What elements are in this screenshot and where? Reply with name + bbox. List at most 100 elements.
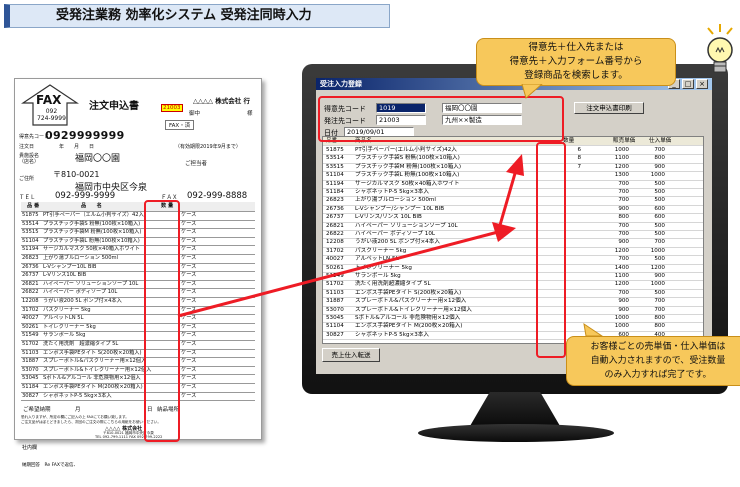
grid-buy: 500 bbox=[654, 189, 665, 195]
fax-item-unit: ケース bbox=[181, 375, 197, 382]
orderer-gochu: 御中 bbox=[189, 111, 201, 117]
grid-buy: 500 bbox=[654, 197, 665, 204]
grid-buy: 1200 bbox=[650, 264, 665, 271]
banner-title: 受発注業務 効率化システム 受発注同時入力 bbox=[56, 8, 312, 23]
grid-buy: 1000 bbox=[650, 247, 665, 254]
supplier-code-tag: 21003 bbox=[161, 104, 183, 112]
grid-sell: 1000 bbox=[614, 147, 629, 153]
grid-sell: 700 bbox=[618, 197, 629, 204]
monitor-base bbox=[418, 424, 614, 442]
grid-buy: 500 bbox=[654, 222, 665, 229]
fax-item-name: エンボス手袋PEタイト M(200枚×20箱入) bbox=[43, 384, 143, 390]
transfer-sales-purchase-button[interactable]: 売上仕入転送 bbox=[322, 348, 380, 362]
fax-number: 092 724-9999 bbox=[37, 108, 66, 122]
grid-buy: 900 bbox=[654, 273, 665, 279]
grid-buy: 600 bbox=[654, 214, 665, 221]
fax-item-code: 26822 bbox=[22, 289, 39, 296]
grid-sell: 900 bbox=[618, 205, 629, 212]
address-label: ご住所 bbox=[19, 176, 35, 182]
grid-sell: 700 bbox=[618, 231, 629, 237]
fax-item-code: 26821 bbox=[22, 280, 39, 287]
fax-item-unit: ケース bbox=[181, 384, 197, 390]
fax-item-code: 26737 bbox=[22, 272, 39, 279]
orderer-sama: 様 bbox=[247, 111, 253, 117]
grid-buy: 500 bbox=[654, 256, 665, 263]
autofill-callout: お客様ごとの売単価・仕入単価は 自動入力されますので、受注数量 のみ入力すれば完… bbox=[566, 336, 740, 386]
print-order-form-button[interactable]: 注文申込書印刷 bbox=[574, 102, 644, 114]
fax-item-unit: ケース bbox=[181, 358, 197, 365]
grid-buy: 800 bbox=[654, 323, 665, 330]
grid-sell: 1000 bbox=[614, 323, 629, 330]
order-no-value: 0929999999 bbox=[45, 129, 125, 142]
fax-item-code: 31702 bbox=[22, 306, 39, 313]
fax-item-name: PT引手ペーパー（エルム小判サイズ）42入 bbox=[43, 212, 144, 218]
fax-item-code: 53515 bbox=[22, 229, 39, 236]
fax-item-name: ハイペーパー ソリューションソープ 10L bbox=[43, 280, 139, 287]
fax-item-code: 12208 bbox=[22, 298, 39, 304]
grid-sell: 900 bbox=[618, 239, 629, 246]
page-banner: 受発注業務 効率化システム 受発注同時入力 bbox=[4, 4, 390, 28]
grid-sell: 1100 bbox=[614, 155, 629, 162]
fax-item-name: スプレーボトル&トイレクリーナー用×12個入 bbox=[43, 366, 152, 373]
fax-item-name: シャボネットP-5 5kg×3本入 bbox=[43, 392, 112, 399]
internal-label: 社内欄 bbox=[22, 445, 38, 451]
window-title: 受注入力登録 bbox=[320, 80, 362, 88]
fax-item-row: 30827 シャボネットP-5 5kg×3本入 ケース bbox=[21, 392, 255, 402]
grid-buy: 700 bbox=[654, 147, 665, 153]
fax-quantity-highlight bbox=[144, 200, 180, 442]
search-callout: 得意先＋仕入先または 得意先＋入力フォーム番号から 登録商品を検索します。 bbox=[476, 38, 676, 86]
fax-col-name: 品 名 bbox=[81, 203, 102, 209]
address-zip: 〒810-0021 bbox=[53, 170, 100, 179]
store-label: 貴施設名 （店名） bbox=[19, 153, 40, 165]
fax-item-name: スプレーボトル&パスクリーナー用×12個入 bbox=[43, 358, 147, 365]
fax-col-code: 品 番 bbox=[27, 203, 40, 209]
grid-buy: 900 bbox=[654, 163, 665, 170]
grid-sell: 700 bbox=[618, 222, 629, 229]
quantity-column-highlight bbox=[536, 142, 566, 358]
fax-item-code: 40027 bbox=[22, 315, 39, 322]
red-arrow bbox=[177, 154, 524, 318]
grid-sell: 900 bbox=[618, 298, 629, 305]
grid-buy: 600 bbox=[654, 205, 665, 212]
grid-sell: 1400 bbox=[614, 264, 629, 271]
grid-sell: 900 bbox=[618, 306, 629, 313]
fax-item-code: 50261 bbox=[22, 323, 39, 330]
order-title: 注文申込書 bbox=[89, 101, 139, 112]
grid-buy: 500 bbox=[654, 289, 665, 296]
order-date-label: 注文日 bbox=[19, 144, 35, 150]
fax-item-name: Sボトル&アルコール 非危険物用×12個入 bbox=[43, 375, 141, 382]
fax-item-code: 51194 bbox=[22, 246, 39, 253]
fax-item-code: 51184 bbox=[22, 384, 39, 390]
grid-sell: 1300 bbox=[614, 172, 629, 179]
delivery-date-label: ご希望納期 bbox=[23, 407, 51, 413]
grid-sell: 1200 bbox=[614, 247, 629, 254]
grid-buy: 1000 bbox=[650, 172, 665, 179]
fax-item-name: アルペットLN 5L bbox=[43, 315, 84, 322]
callout-pointer bbox=[521, 84, 543, 99]
lightbulb-icon bbox=[707, 24, 733, 73]
grid-buy: 800 bbox=[654, 155, 665, 162]
fax-item-name: 洗たく用洗剤 超濃縮タイプ 5L bbox=[43, 341, 119, 347]
fax-item-code: 53070 bbox=[22, 366, 39, 373]
fax-item-name: トイレクリーナー 5kg bbox=[43, 323, 96, 330]
callout-pointer bbox=[583, 322, 604, 337]
fax-item-code: 53514 bbox=[22, 220, 39, 227]
grid-buy: 700 bbox=[654, 298, 665, 305]
monitor-stand bbox=[470, 392, 560, 426]
grid-sell: 700 bbox=[618, 256, 629, 263]
grid-buy: 700 bbox=[654, 306, 665, 313]
fax-item-name: うがい液200 5L ボンプ付×4本入 bbox=[43, 298, 122, 304]
fax-item-code: 51103 bbox=[22, 349, 39, 356]
fax-item-name: ハイペーパー ボディソープ 10L bbox=[43, 289, 118, 296]
fax-item-name: サージカルマスク 50枚×40箱入ホワイト bbox=[43, 246, 140, 253]
grid-sell: 700 bbox=[618, 289, 629, 296]
grid-sell: 1200 bbox=[614, 281, 629, 288]
fax-item-name: L-Vリンス10L BIB bbox=[43, 272, 87, 279]
fax-item-unit: ケース bbox=[181, 341, 197, 347]
fax-item-code: 30827 bbox=[22, 392, 39, 399]
fax-item-unit: ケース bbox=[181, 349, 197, 356]
maximize-button[interactable]: □ bbox=[682, 79, 694, 89]
order-date-fields: 年 月 日 bbox=[59, 144, 95, 150]
grid-buy: 500 bbox=[654, 180, 665, 187]
close-button[interactable]: × bbox=[696, 79, 708, 89]
